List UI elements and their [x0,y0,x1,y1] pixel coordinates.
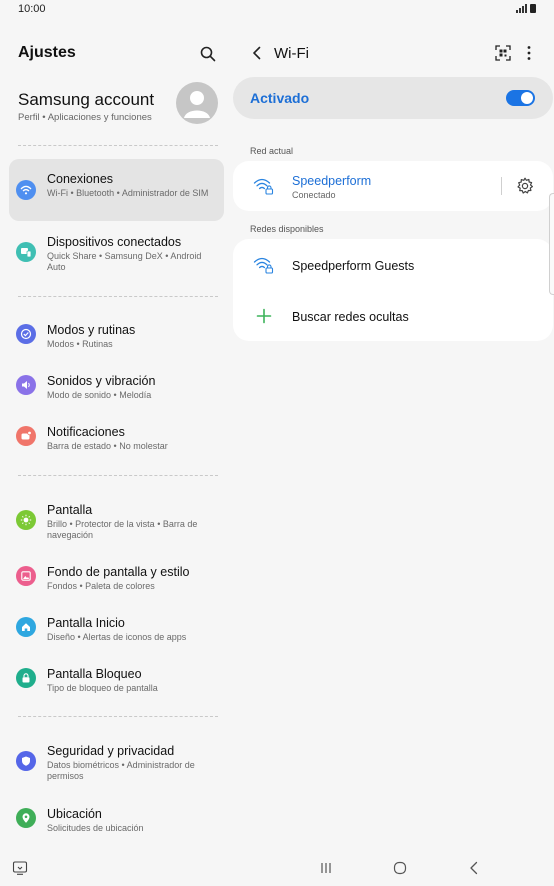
plus-icon [255,307,273,325]
divider [18,475,218,476]
sidebar-item-modos-rutinas[interactable]: Modos y rutinas Modos • Rutinas [9,312,224,356]
wifi-master-toggle-row[interactable]: Activado [233,77,553,119]
battery-icon [530,4,536,13]
sidebar-item-subtitle: Diseño • Alertas de iconos de apps [47,632,187,642]
check-icon [16,324,36,344]
current-network-card: Speedperform Conectado [233,161,553,211]
sidebar-item-pantalla-inicio[interactable]: Pantalla Inicio Diseño • Alertas de icon… [9,605,224,649]
sidebar-item-label: Modos y rutinas [47,323,136,337]
available-network-row[interactable]: Speedperform Guests [233,240,553,290]
hidden-networks-label: Buscar redes ocultas [292,310,409,324]
sidebar-item-label: Conexiones [47,172,114,186]
switch-knob [521,92,533,104]
search-icon[interactable] [198,44,218,64]
sidebar-item-label: Fondo de pantalla y estilo [47,565,190,579]
sidebar-item-label: Ubicación [47,807,102,821]
divider [18,145,218,146]
more-options-icon[interactable] [522,44,536,62]
sidebar-item-subtitle: Tipo de bloqueo de pantalla [47,683,158,693]
image-icon [16,566,36,586]
status-time: 10:00 [18,3,46,15]
sidebar-item-fondo-pantalla[interactable]: Fondo de pantalla y estilo Fondos • Pale… [9,554,224,598]
sidebar-item-label: Sonidos y vibración [47,374,156,388]
sidebar-item-conexiones[interactable]: Conexiones Wi-Fi • Bluetooth • Administr… [9,159,224,221]
home-button-icon[interactable] [392,860,408,876]
home-icon [16,617,36,637]
sidebar-item-subtitle: Wi-Fi • Bluetooth • Administrador de SIM [47,188,209,198]
sidebar-item-subtitle: Datos biométricos • Administrador de per… [47,760,195,781]
sidebar-item-label: Seguridad y privacidad [47,744,175,758]
wifi-lock-icon [253,255,275,275]
network-name: Speedperform [292,174,372,188]
settings-header: Ajustes [18,44,218,64]
sidebar-item-subtitle: Modo de sonido • Melodía [47,390,152,400]
section-label-available: Redes disponibles [250,224,324,234]
divider [18,296,218,297]
sidebar-item-subtitle: Brillo • Protector de la vista • Barra d… [47,519,198,540]
divider [18,716,218,717]
wifi-detail-pane: Wi-Fi Activado Red actual Speedperform C… [232,30,554,850]
sidebar-item-notificaciones[interactable]: Notificaciones Barra de estado • No mole… [9,414,224,458]
back-button[interactable] [248,44,266,62]
sidebar-item-seguridad-privacidad[interactable]: Seguridad y privacidad Datos biométricos… [9,733,224,791]
speaker-icon [16,375,36,395]
add-hidden-network-row[interactable]: Buscar redes ocultas [233,291,553,341]
wifi-header: Wi-Fi [232,42,554,66]
network-name: Speedperform Guests [292,259,415,273]
account-subtitle: Perfil • Aplicaciones y funciones [18,112,152,123]
current-network-row[interactable]: Speedperform Conectado [233,161,553,211]
wifi-lock-icon [253,176,275,196]
gear-icon[interactable] [515,176,535,196]
location-icon [16,808,36,828]
navigation-bar [0,850,554,886]
sidebar-item-label: Dispositivos conectados [47,235,182,249]
avatar [176,82,218,124]
sidebar-item-pantalla-bloqueo[interactable]: Pantalla Bloqueo Tipo de bloqueo de pant… [9,656,224,700]
sidebar-item-label: Pantalla Bloqueo [47,667,142,681]
wifi-toggle-switch[interactable] [506,90,535,106]
scroll-handle[interactable] [549,193,554,295]
sidebar-item-dispositivos-conectados[interactable]: Dispositivos conectados Quick Share • Sa… [9,224,224,282]
page-title: Wi-Fi [274,45,309,62]
sidebar-item-ubicacion[interactable]: Ubicación Solicitudes de ubicación [9,796,224,840]
shield-icon [16,751,36,771]
devices-icon [16,242,36,262]
signal-icon [516,4,527,13]
sidebar-item-pantalla[interactable]: Pantalla Brillo • Protector de la vista … [9,492,224,550]
bell-icon [16,426,36,446]
keyboard-toggle-icon[interactable] [12,860,28,876]
sidebar-item-subtitle: Barra de estado • No molestar [47,441,168,451]
qr-scan-icon[interactable] [494,44,512,62]
wifi-toggle-label: Activado [250,90,310,106]
status-icons [516,4,536,13]
sidebar-item-subtitle: Modos • Rutinas [47,339,113,349]
sidebar-item-subtitle: Fondos • Paleta de colores [47,581,155,591]
network-status: Conectado [292,190,336,200]
sidebar-item-label: Notificaciones [47,425,125,439]
section-label-current: Red actual [250,146,294,156]
recent-apps-icon[interactable] [318,860,334,876]
sun-icon [16,510,36,530]
back-nav-icon[interactable] [466,860,482,876]
sidebar-item-label: Pantalla Inicio [47,616,125,630]
wifi-icon [16,180,36,200]
samsung-account-row[interactable]: Samsung account Perfil • Aplicaciones y … [18,82,220,128]
sidebar-item-label: Pantalla [47,503,93,517]
sidebar-item-subtitle: Solicitudes de ubicación [47,823,144,833]
divider [501,177,502,195]
sidebar-item-sonidos-vibracion[interactable]: Sonidos y vibración Modo de sonido • Mel… [9,363,224,407]
page-title: Ajustes [18,44,76,61]
lock-icon [16,668,36,688]
status-bar: 10:00 [0,0,554,20]
settings-list-pane: Ajustes Samsung account Perfil • Aplicac… [0,30,232,850]
account-name: Samsung account [18,90,155,109]
available-networks-card: Speedperform Guests Buscar redes ocultas [233,239,553,341]
sidebar-item-subtitle: Quick Share • Samsung DeX • Android Auto [47,251,202,272]
